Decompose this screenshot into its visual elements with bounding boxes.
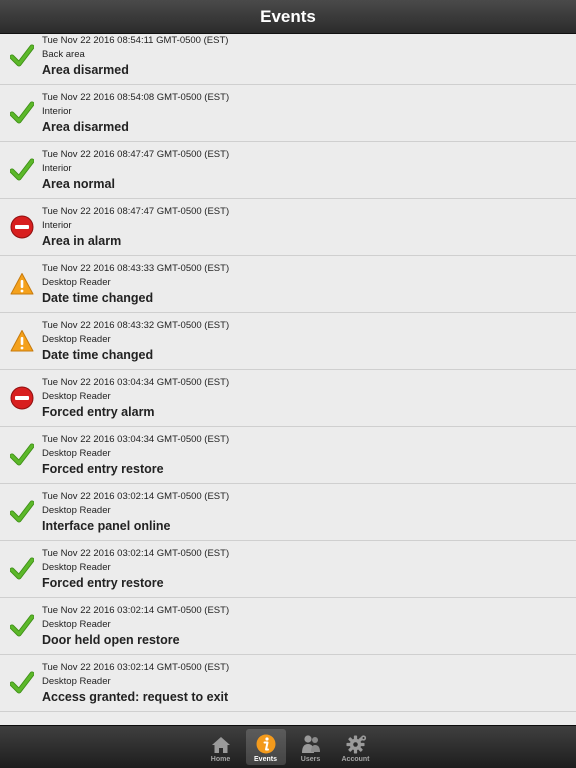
no-entry-icon <box>10 386 34 410</box>
event-row[interactable]: Tue Nov 22 2016 08:47:47 GMT-0500 (EST) I… <box>0 199 576 256</box>
event-description: Area disarmed <box>42 120 129 134</box>
event-timestamp: Tue Nov 22 2016 08:54:08 GMT-0500 (EST) <box>42 92 230 103</box>
event-source: Interior <box>42 163 72 174</box>
event-timestamp: Tue Nov 22 2016 08:43:33 GMT-0500 (EST) <box>42 263 230 274</box>
event-timestamp: Tue Nov 22 2016 03:02:14 GMT-0500 (EST) <box>42 605 230 616</box>
event-timestamp: Tue Nov 22 2016 03:04:34 GMT-0500 (EST) <box>42 434 230 445</box>
event-description: Date time changed <box>42 348 154 362</box>
event-timestamp: Tue Nov 22 2016 08:54:11 GMT-0500 (EST) <box>42 35 229 46</box>
tab-bar: Home Events Users Account <box>0 725 576 768</box>
event-timestamp: Tue Nov 22 2016 03:02:14 GMT-0500 (EST) <box>42 491 230 502</box>
checkmark-icon <box>9 443 35 467</box>
event-timestamp: Tue Nov 22 2016 03:02:14 GMT-0500 (EST) <box>42 662 230 673</box>
event-timestamp: Tue Nov 22 2016 08:43:32 GMT-0500 (EST) <box>42 320 230 331</box>
event-description: Forced entry alarm <box>42 405 155 419</box>
users-icon <box>300 734 322 756</box>
event-source: Desktop Reader <box>42 391 111 402</box>
event-timestamp: Tue Nov 22 2016 08:47:47 GMT-0500 (EST) <box>42 206 230 217</box>
event-source: Back area <box>42 49 85 60</box>
event-row[interactable]: Tue Nov 22 2016 03:02:14 GMT-0500 (EST) D… <box>0 655 576 712</box>
info-icon <box>256 734 276 756</box>
warning-icon <box>10 329 34 353</box>
home-icon <box>211 736 231 756</box>
event-description: Area normal <box>42 177 115 191</box>
event-row[interactable]: Tue Nov 22 2016 03:02:14 GMT-0500 (EST) D… <box>0 598 576 655</box>
event-description: Area disarmed <box>42 63 129 77</box>
event-row[interactable]: Tue Nov 22 2016 03:04:34 GMT-0500 (EST) D… <box>0 427 576 484</box>
event-description: Door held open restore <box>42 633 180 647</box>
event-source: Desktop Reader <box>42 334 111 345</box>
event-source: Desktop Reader <box>42 505 111 516</box>
page-title: Events <box>260 6 316 26</box>
checkmark-icon <box>9 557 35 581</box>
event-source: Interior <box>42 220 72 231</box>
tab-label: Account <box>341 756 370 763</box>
event-source: Desktop Reader <box>42 619 111 630</box>
event-timestamp: Tue Nov 22 2016 03:04:34 GMT-0500 (EST) <box>42 377 230 388</box>
checkmark-icon <box>9 101 35 125</box>
event-row[interactable]: Tue Nov 22 2016 08:43:33 GMT-0500 (EST) D… <box>0 256 576 313</box>
event-description: Interface panel online <box>42 519 171 533</box>
checkmark-icon <box>9 500 35 524</box>
event-description: Forced entry restore <box>42 576 164 590</box>
event-source: Desktop Reader <box>42 562 111 573</box>
tab-events[interactable]: Events <box>245 729 286 765</box>
event-row[interactable]: Tue Nov 22 2016 08:43:32 GMT-0500 (EST) D… <box>0 313 576 370</box>
event-description: Date time changed <box>42 291 154 305</box>
events-list[interactable]: Area normal Tue Nov 22 2016 08:54:11 GMT-… <box>0 0 576 712</box>
event-row[interactable]: Tue Nov 22 2016 08:54:11 GMT-0500 (EST) B… <box>0 28 576 85</box>
checkmark-icon <box>9 44 35 68</box>
event-row[interactable]: Tue Nov 22 2016 03:02:14 GMT-0500 (EST) D… <box>0 541 576 598</box>
tab-home[interactable]: Home <box>201 729 241 765</box>
nav-bar: Events <box>0 0 576 34</box>
event-row[interactable]: Tue Nov 22 2016 08:54:08 GMT-0500 (EST) I… <box>0 85 576 142</box>
no-entry-icon <box>10 215 34 239</box>
tab-account[interactable]: Account <box>336 729 376 765</box>
event-description: Access granted: request to exit <box>42 690 229 704</box>
event-source: Desktop Reader <box>42 676 111 687</box>
tab-label: Users <box>300 756 321 763</box>
warning-icon <box>10 272 34 296</box>
gear-icon <box>345 734 367 756</box>
event-description: Forced entry restore <box>42 462 164 476</box>
event-source: Desktop Reader <box>42 277 111 288</box>
event-timestamp: Tue Nov 22 2016 03:02:14 GMT-0500 (EST) <box>42 548 230 559</box>
event-row[interactable]: Tue Nov 22 2016 03:04:34 GMT-0500 (EST) D… <box>0 370 576 427</box>
checkmark-icon <box>9 614 35 638</box>
checkmark-icon <box>9 158 35 182</box>
event-source: Interior <box>42 106 72 117</box>
tab-label: Home <box>210 756 231 763</box>
event-row[interactable]: Tue Nov 22 2016 03:02:14 GMT-0500 (EST) D… <box>0 484 576 541</box>
event-timestamp: Tue Nov 22 2016 08:47:47 GMT-0500 (EST) <box>42 149 230 160</box>
checkmark-icon <box>9 671 35 695</box>
tab-label: Events <box>254 756 277 763</box>
event-source: Desktop Reader <box>42 448 111 459</box>
tab-users[interactable]: Users <box>291 729 331 765</box>
event-row[interactable]: Tue Nov 22 2016 08:47:47 GMT-0500 (EST) I… <box>0 142 576 199</box>
event-description: Area in alarm <box>42 234 122 248</box>
